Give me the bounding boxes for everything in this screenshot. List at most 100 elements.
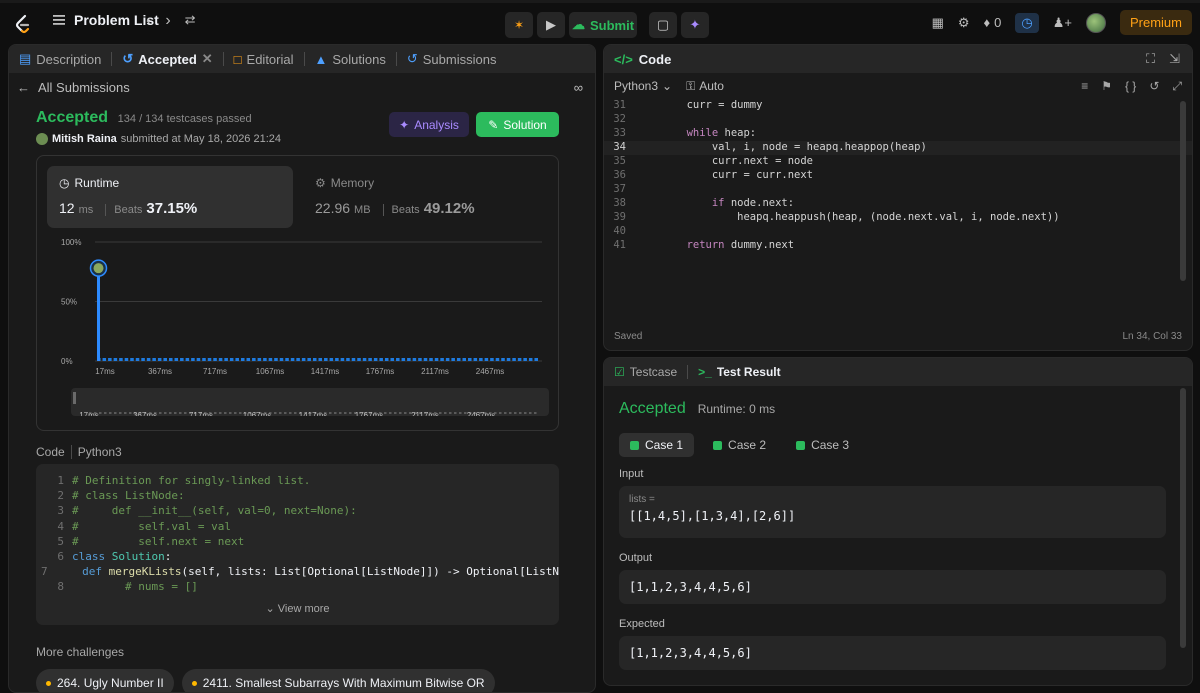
distribution-bar — [468, 358, 472, 361]
editor-line[interactable]: 32 — [604, 113, 1192, 127]
auto-mode[interactable]: ⚿ Auto — [686, 79, 724, 94]
highlight-bar — [97, 268, 100, 361]
challenge-chip[interactable]: 2411. Smallest Subarrays With Maximum Bi… — [181, 669, 495, 692]
notes-button[interactable]: ▢ — [649, 12, 677, 38]
timer-icon[interactable]: ◷ — [1015, 12, 1039, 33]
ai-button[interactable]: ✦ — [681, 12, 709, 38]
distribution-bar — [113, 358, 118, 361]
code-line: 6 class Solution: — [36, 550, 559, 565]
result-scrollbar[interactable] — [1180, 388, 1186, 648]
runtime-value: 12 — [59, 200, 75, 216]
editor-line[interactable]: 39 heapq.heappush(heap, (node.next.val, … — [604, 211, 1192, 225]
language-select[interactable]: Python3 ⌄ — [614, 79, 672, 93]
format-icon[interactable]: ≡ — [1081, 79, 1088, 94]
bookmark-icon[interactable]: ⚑ — [1101, 79, 1112, 94]
input-var: lists = — [629, 494, 655, 505]
chart-range-scroller[interactable]: 17ms 367ms 717ms 1067ms 1417ms 1767ms 2117ms 24… — [71, 388, 549, 420]
code-line: 1 # Definition for singly-linked list. — [36, 474, 559, 489]
distribution-bar — [451, 358, 455, 361]
layout-grid-icon[interactable]: ▦ — [932, 15, 944, 31]
case-label: Case 3 — [811, 438, 850, 452]
distribution-bar — [490, 358, 494, 361]
scroller-mark — [509, 412, 512, 414]
language-value: Python3 — [614, 79, 659, 93]
scroller-tick-label: 1067ms — [243, 411, 271, 416]
x-tick-label: 1067ms — [256, 367, 284, 376]
editor-line[interactable]: 36 curr = curr.next — [604, 169, 1192, 183]
all-submissions-link[interactable]: ← All Submissions — [17, 80, 130, 95]
view-more-button[interactable]: ⌄ View more — [36, 602, 559, 615]
code-text: curr = curr.next — [636, 169, 814, 181]
test-status-row: Accepted Runtime: 0 ms — [619, 400, 775, 418]
share-link-icon[interactable]: ∞ — [574, 80, 583, 95]
runtime-beats-label: Beats — [105, 204, 142, 216]
add-friend-icon[interactable]: ♟+ — [1053, 15, 1072, 31]
case-tabs: Case 1 Case 2 Case 3 — [619, 433, 860, 457]
challenge-chips: 264. Ugly Number II 2411. Smallest Subar… — [36, 669, 495, 692]
runtime-card[interactable]: ◷ Runtime 12 ms Beats 37.15% — [47, 166, 293, 228]
user-avatar[interactable] — [1085, 12, 1106, 33]
distribution-bar — [218, 358, 223, 361]
tab-solutions[interactable]: ▲ Solutions — [315, 52, 386, 67]
scroller-mark — [449, 412, 452, 414]
editor-line[interactable]: 37 — [604, 183, 1192, 197]
premium-button[interactable]: Premium — [1119, 10, 1192, 35]
debug-button[interactable]: ✶ — [505, 12, 533, 38]
next-problem-icon[interactable]: › — [165, 12, 170, 30]
case-tab[interactable]: Case 2 — [702, 433, 777, 457]
memory-card[interactable]: ⚙ Memory 22.96 MB Beats 49.12% — [303, 166, 549, 228]
settings-gear-icon[interactable]: ⚙ — [958, 15, 970, 31]
distribution-bar — [301, 358, 306, 361]
analysis-button[interactable]: ✦ Analysis — [389, 112, 469, 137]
tab-submissions[interactable]: ↺ Submissions — [407, 51, 497, 67]
expand-icon[interactable]: ⤢ — [1172, 79, 1182, 94]
reset-icon[interactable]: ↺ — [1149, 79, 1159, 94]
collapse-icon[interactable]: ⇲ — [1169, 51, 1180, 67]
solution-button[interactable]: ✎ Solution — [476, 112, 559, 137]
code-header: Code Python3 — [36, 445, 122, 459]
difficulty-dot-icon — [46, 680, 51, 686]
shuffle-icon[interactable]: ⇄ — [185, 12, 196, 30]
tab-editorial[interactable]: □ Editorial — [234, 52, 294, 67]
editor-scrollbar[interactable] — [1180, 101, 1186, 281]
close-tab-icon[interactable]: ✕ — [202, 51, 213, 67]
scroller-mark — [394, 412, 397, 414]
leetcode-logo-icon[interactable] — [14, 14, 32, 34]
runtime-distribution-chart[interactable]: 100% 50% 0% 17ms 367ms 717ms 1067ms 1417ms 1767m… — [47, 236, 550, 376]
code-text: curr.next = node — [636, 155, 814, 167]
submit-button[interactable]: ☁ Submit — [569, 12, 637, 38]
editor-line[interactable]: 31 curr = dummy — [604, 99, 1192, 113]
distribution-bar — [252, 358, 256, 361]
braces-icon[interactable]: { } — [1125, 79, 1136, 94]
history-icon: ↺ — [122, 51, 134, 66]
challenge-chip[interactable]: 264. Ugly Number II — [36, 669, 174, 692]
fullscreen-icon[interactable]: ⛶ — [1146, 51, 1155, 67]
code-line: 7 def mergeKLists(self, lists: List[Opti… — [36, 565, 559, 580]
scroller-mark — [159, 412, 162, 414]
tab-description[interactable]: ▤ Description — [19, 51, 101, 67]
distribution-bar — [312, 358, 317, 361]
editor-line[interactable]: 34 val, i, node = heapq.heappop(heap) — [604, 141, 1192, 155]
editor-line[interactable]: 35 curr.next = node — [604, 155, 1192, 169]
line-number: 35 — [613, 155, 626, 167]
code-tab-label[interactable]: Code — [639, 52, 672, 67]
line-number: 1 — [57, 474, 64, 487]
streak-counter[interactable]: ♦ 0 — [984, 15, 1002, 30]
x-tick-label: 2467ms — [476, 367, 504, 376]
editor-line[interactable]: 38 if node.next: — [604, 197, 1192, 211]
tab-test-result[interactable]: >_ Test Result — [698, 365, 780, 379]
editor-line[interactable]: 41 return dummy.next — [604, 239, 1192, 253]
distribution-bar — [307, 358, 311, 361]
code-text: # self.val = val — [72, 519, 231, 533]
case-tab[interactable]: Case 3 — [785, 433, 860, 457]
code-editor[interactable]: 31 curr = dummy 32 33 while heap: 34 val, i… — [604, 99, 1192, 279]
case-tab[interactable]: Case 1 — [619, 433, 695, 457]
submitter-name[interactable]: Mitish Raina — [52, 133, 117, 145]
tab-accepted[interactable]: ↺ Accepted ✕ — [122, 51, 212, 67]
prev-problem-icon[interactable]: ‹ — [146, 12, 151, 30]
tab-testcase[interactable]: ☑ Testcase — [614, 365, 677, 379]
problem-list-button[interactable]: Problem List — [52, 12, 159, 28]
editor-line[interactable]: 33 while heap: — [604, 127, 1192, 141]
run-button[interactable]: ▶ — [537, 12, 565, 38]
editor-line[interactable]: 40 — [604, 225, 1192, 239]
